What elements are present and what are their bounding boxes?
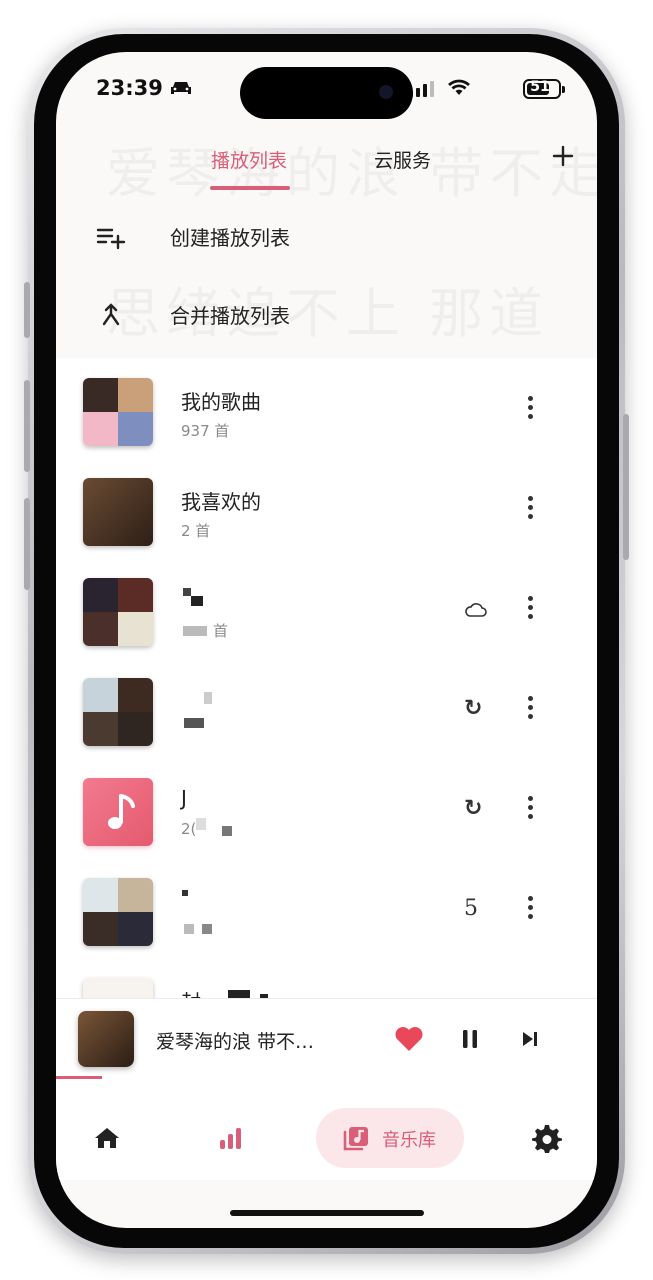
music-library-icon: [343, 1127, 368, 1151]
power-button: [623, 414, 629, 560]
playlist-title: 我的歌曲: [181, 390, 261, 414]
playlist-count: 2 首: [181, 522, 211, 540]
playlist-list[interactable]: 我的歌曲 937 首 我喜欢的 2 首 首 ↻ J 2(↻ 5: [56, 358, 597, 998]
playlist-title: 封: [181, 986, 201, 998]
list-item[interactable]: 首: [56, 568, 597, 668]
top-tabs: 播放列表 云服务: [56, 138, 597, 202]
dynamic-island: [240, 67, 413, 119]
merge-playlist-label: 合并播放列表: [170, 304, 290, 328]
playlist-count: 首: [213, 622, 229, 640]
playlist-cover: [83, 478, 153, 546]
more-options-icon[interactable]: [526, 596, 534, 622]
tab-indicator: [210, 186, 290, 190]
music-note-icon: [108, 794, 135, 829]
playback-progress: [56, 1076, 102, 1079]
playlist-count: 937 首: [181, 422, 230, 440]
playlist-title: 我喜欢的: [181, 490, 261, 514]
playlist-cover: [83, 778, 153, 846]
playlist-title: J: [181, 786, 187, 810]
status-label: 5: [464, 896, 478, 921]
wifi-icon: [448, 79, 470, 95]
volume-down-button: [24, 498, 30, 590]
list-item[interactable]: 封: [56, 968, 597, 998]
playlist-cover: [83, 878, 153, 946]
home-icon[interactable]: [94, 1126, 120, 1150]
status-time: 23:39: [96, 76, 163, 100]
home-indicator[interactable]: [230, 1210, 424, 1216]
more-options-icon[interactable]: [526, 696, 534, 722]
create-playlist-label: 创建播放列表: [170, 226, 290, 250]
bottom-nav: 音乐库: [56, 1080, 597, 1180]
action-button: [24, 282, 30, 338]
more-options-icon[interactable]: [526, 496, 534, 522]
mini-player[interactable]: 爱琴海的浪 带不…: [56, 998, 597, 1080]
skip-next-icon[interactable]: [520, 1029, 540, 1049]
sync-icon: ↻: [464, 796, 483, 821]
tab-cloud-service[interactable]: 云服务: [374, 146, 431, 173]
now-playing-artwork[interactable]: [78, 1011, 134, 1067]
tab-playlists[interactable]: 播放列表: [211, 146, 287, 173]
sync-icon: ↻: [464, 696, 483, 721]
car-icon: [171, 82, 191, 94]
battery-indicator: 51: [523, 79, 565, 99]
playlist-cover: [83, 378, 153, 446]
heart-icon[interactable]: [394, 1025, 424, 1053]
create-playlist-button[interactable]: 创建播放列表: [56, 202, 597, 272]
playlist-cover: [83, 578, 153, 646]
now-playing-title[interactable]: 爱琴海的浪 带不…: [156, 1027, 314, 1054]
list-item[interactable]: J 2( ↻: [56, 768, 597, 868]
list-item[interactable]: 我喜欢的 2 首: [56, 468, 597, 568]
add-icon[interactable]: [551, 144, 575, 168]
bar-chart-icon[interactable]: [218, 1126, 244, 1150]
music-library-tab[interactable]: 音乐库: [316, 1108, 464, 1168]
app-screen: 爱琴海的浪 带不走 思绪追不上 那道 23:39 51 播放列表 云服务: [56, 52, 597, 1228]
more-options-icon[interactable]: [526, 396, 534, 422]
more-options-icon[interactable]: [526, 896, 534, 922]
gear-icon[interactable]: [532, 1124, 562, 1154]
playlist-count: 2(: [181, 820, 197, 838]
playlist-add-icon: [96, 228, 126, 250]
list-item[interactable]: 我的歌曲 937 首: [56, 368, 597, 468]
cloud-icon: [465, 603, 487, 617]
music-library-label: 音乐库: [382, 1130, 436, 1151]
more-options-icon[interactable]: [526, 796, 534, 822]
pause-icon[interactable]: [460, 1029, 480, 1049]
list-item[interactable]: ↻: [56, 668, 597, 768]
volume-up-button: [24, 380, 30, 472]
battery-level: 51: [530, 79, 550, 95]
playlist-cover: [83, 678, 153, 746]
list-item[interactable]: 5: [56, 868, 597, 968]
merge-playlist-button[interactable]: 合并播放列表: [56, 280, 597, 350]
playlist-cover: [83, 978, 153, 998]
merge-icon: [102, 303, 120, 326]
cellular-signal-icon: [409, 81, 434, 97]
